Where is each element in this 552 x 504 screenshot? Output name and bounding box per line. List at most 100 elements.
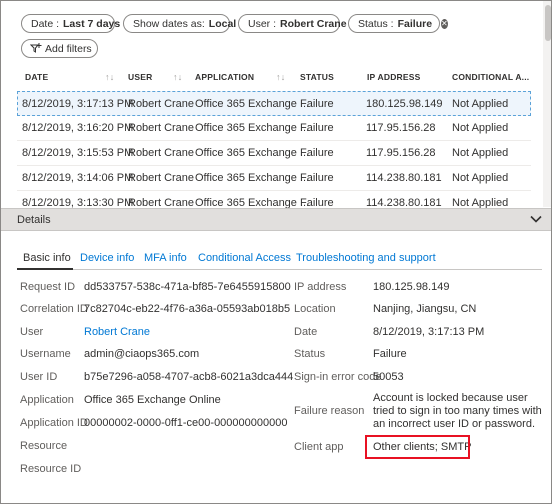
- field-value-failure-reason: Account is locked because user tried to …: [373, 392, 542, 430]
- table-row[interactable]: 8/12/2019, 3:14:06 PM Robert Crane Offic…: [17, 166, 531, 191]
- cell-user: Robert Crane: [128, 197, 195, 208]
- cell-conditional-access: Not Applied: [452, 98, 509, 110]
- column-header-date[interactable]: DATE: [25, 72, 48, 82]
- tab-basic-info[interactable]: Basic info: [23, 252, 71, 264]
- cell-application: Office 365 Exchange ...: [195, 172, 310, 184]
- filter-value: Local: [208, 17, 237, 30]
- cell-application: Office 365 Exchange ...: [195, 98, 310, 110]
- field-label-sign-in-error-code: Sign-in error code: [294, 371, 382, 383]
- cell-status: Failure: [300, 147, 334, 159]
- table-row[interactable]: 8/12/2019, 3:13:30 PM Robert Crane Offic…: [17, 191, 531, 208]
- column-header-conditional-access[interactable]: CONDITIONAL A...: [452, 72, 529, 82]
- cell-application: Office 365 Exchange ...: [195, 197, 310, 208]
- cell-ip-address: 114.238.80.181: [366, 172, 442, 184]
- sort-icon[interactable]: ↑↓: [105, 72, 114, 82]
- tab-mfa-info[interactable]: MFA info: [144, 252, 187, 264]
- chevron-down-icon[interactable]: [529, 212, 543, 226]
- sign-in-log-panel: Date : Last 7 days Show dates as: Local …: [0, 0, 552, 504]
- field-label-date: Date: [294, 326, 318, 338]
- cell-status: Failure: [300, 197, 334, 208]
- field-value-sign-in-error-code: 50053: [373, 371, 404, 383]
- cell-user: Robert Crane: [128, 122, 195, 134]
- filter-key: Status :: [358, 17, 394, 30]
- cell-date: 8/12/2019, 3:16:20 PM: [22, 122, 134, 134]
- scrollbar-thumb[interactable]: [545, 5, 551, 41]
- field-value-request-id: dd533757-538c-471a-bf85-7e6455915800: [84, 281, 291, 293]
- cell-user: Robert Crane: [128, 172, 195, 184]
- cell-status: Failure: [300, 98, 334, 110]
- sort-icon[interactable]: ↑↓: [173, 72, 182, 82]
- filter-value: Robert Crane: [280, 17, 347, 30]
- details-title: Details: [17, 214, 51, 226]
- field-value-user-id: b75e7296-a058-4707-acb8-6021a3dca444: [84, 371, 294, 383]
- table-row[interactable]: 8/12/2019, 3:16:20 PM Robert Crane Offic…: [17, 116, 531, 141]
- field-label-application-id: Application ID: [20, 417, 88, 429]
- user-filter-pill[interactable]: User : Robert Crane: [238, 14, 347, 33]
- column-header-application[interactable]: APPLICATION: [195, 72, 254, 82]
- field-label-user-id: User ID: [20, 371, 58, 383]
- table-row[interactable]: 8/12/2019, 3:17:13 PM Robert Crane Offic…: [17, 91, 531, 116]
- filter-key: User :: [248, 17, 277, 30]
- field-label-user: User: [20, 326, 44, 338]
- field-value-correlation-id: 7c82704c-eb22-4f76-a36a-05593ab018b5: [84, 303, 291, 315]
- add-filters-label: Add filters: [45, 42, 92, 55]
- cell-application: Office 365 Exchange ...: [195, 122, 310, 134]
- cell-conditional-access: Not Applied: [452, 122, 509, 134]
- cell-ip-address: 114.238.80.181: [366, 197, 442, 208]
- add-filter-icon: [29, 42, 42, 55]
- status-filter-pill[interactable]: Status : Failure ✕: [348, 14, 448, 33]
- show-dates-as-pill[interactable]: Show dates as: Local: [123, 14, 236, 33]
- details-tabs: Basic info Device info MFA info Conditio…: [17, 249, 537, 271]
- tab-troubleshooting[interactable]: Troubleshooting and support: [296, 252, 436, 264]
- field-value-application-id: 00000002-0000-0ff1-ce00-000000000000: [84, 417, 288, 429]
- field-label-resource: Resource: [20, 440, 68, 452]
- cell-ip-address: 117.95.156.28: [366, 122, 436, 134]
- column-header-ip-address[interactable]: IP ADDRESS: [367, 72, 421, 82]
- filter-key: Date :: [31, 17, 60, 30]
- field-label-correlation-id: Correlation ID: [20, 303, 88, 315]
- field-value-username: admin@ciaops365.com: [84, 348, 200, 360]
- cell-conditional-access: Not Applied: [452, 147, 509, 159]
- details-header[interactable]: Details: [1, 208, 551, 231]
- cell-conditional-access: Not Applied: [452, 197, 509, 208]
- field-label-location: Location: [294, 303, 336, 315]
- cell-ip-address: 180.125.98.149: [366, 98, 443, 110]
- field-label-ip-address: IP address: [294, 281, 347, 293]
- field-label-status: Status: [294, 348, 326, 360]
- sort-icon[interactable]: ↑↓: [276, 72, 285, 82]
- field-value-application: Office 365 Exchange Online: [84, 394, 221, 406]
- cell-user: Robert Crane: [128, 147, 195, 159]
- cell-user: Robert Crane: [128, 98, 195, 110]
- field-label-client-app: Client app: [294, 441, 344, 453]
- tab-conditional-access[interactable]: Conditional Access: [198, 252, 291, 264]
- table-row[interactable]: 8/12/2019, 3:15:53 PM Robert Crane Offic…: [17, 141, 531, 166]
- field-label-application: Application: [20, 394, 74, 406]
- field-value-date: 8/12/2019, 3:17:13 PM: [373, 326, 485, 338]
- filter-key: Show dates as:: [133, 17, 205, 30]
- cell-date: 8/12/2019, 3:17:13 PM: [22, 98, 134, 110]
- filter-value: Failure: [397, 17, 433, 30]
- field-value-location: Nanjing, Jiangsu, CN: [373, 303, 477, 315]
- column-header-status[interactable]: STATUS: [300, 72, 334, 82]
- field-value-ip-address: 180.125.98.149: [373, 281, 450, 293]
- cell-status: Failure: [300, 172, 334, 184]
- date-filter-pill[interactable]: Date : Last 7 days: [21, 14, 120, 33]
- tab-divider: [17, 269, 542, 270]
- column-header-user[interactable]: USER: [128, 72, 152, 82]
- filter-value: Last 7 days: [63, 17, 121, 30]
- cell-date: 8/12/2019, 3:15:53 PM: [22, 147, 134, 159]
- field-label-request-id: Request ID: [20, 281, 76, 293]
- field-label-resource-id: Resource ID: [20, 463, 82, 475]
- cell-application: Office 365 Exchange ...: [195, 147, 310, 159]
- field-label-failure-reason: Failure reason: [294, 405, 365, 417]
- field-value-user-link[interactable]: Robert Crane: [84, 326, 150, 338]
- cell-date: 8/12/2019, 3:14:06 PM: [22, 172, 134, 184]
- field-value-status: Failure: [373, 348, 407, 360]
- cell-ip-address: 117.95.156.28: [366, 147, 436, 159]
- remove-filter-icon[interactable]: ✕: [441, 18, 448, 29]
- cell-status: Failure: [300, 122, 334, 134]
- cell-date: 8/12/2019, 3:13:30 PM: [22, 197, 134, 208]
- tab-device-info[interactable]: Device info: [80, 252, 134, 264]
- table-header: DATE ↑↓ USER ↑↓ APPLICATION ↑↓ STATUS IP…: [1, 64, 541, 88]
- add-filters-button[interactable]: Add filters: [21, 39, 98, 58]
